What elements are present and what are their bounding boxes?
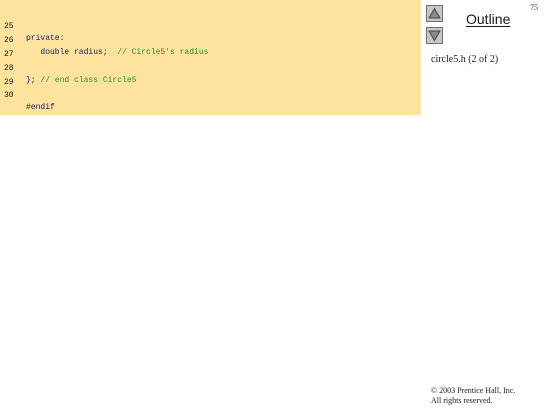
code-listing-panel: 25 private: 26 double radius; // Circle5… [0, 0, 421, 115]
code-comment: // Circle5's radius [117, 48, 209, 57]
code-line: 30 #endif [0, 78, 55, 112]
copyright-notice: © 2003 Prentice Hall, Inc. All rights re… [431, 386, 515, 406]
code-statement: double radius; [26, 48, 118, 57]
page-number: 75 [530, 3, 538, 12]
line-number: 30 [4, 91, 14, 100]
code-comment: // end class Circle5 [40, 76, 137, 85]
previous-slide-button[interactable] [426, 5, 443, 22]
code-statement: #endif [26, 103, 55, 112]
outline-link[interactable]: Outline [466, 11, 510, 27]
rights-line: All rights reserved. [431, 396, 493, 405]
code-text: }; // end class Circle5 [26, 75, 136, 87]
triangle-down-icon [428, 30, 441, 42]
next-slide-button[interactable] [426, 27, 443, 44]
code-statement: private: [26, 34, 65, 43]
copyright-line: © 2003 Prentice Hall, Inc. [431, 386, 516, 395]
code-line: 25 private: [0, 9, 64, 43]
code-text: #endif [26, 102, 55, 114]
code-line: 27 [0, 37, 19, 59]
code-line: 28 }; // end class Circle5 [0, 51, 136, 85]
triangle-up-icon [428, 7, 441, 19]
code-statement: }; [26, 76, 41, 85]
code-line: 29 [0, 65, 19, 87]
file-caption: circle5.h (2 of 2) [431, 54, 499, 65]
code-line: 26 double radius; // Circle5's radius [0, 23, 208, 57]
code-text: private: [26, 33, 64, 45]
code-text: double radius; // Circle5's radius [26, 47, 208, 59]
